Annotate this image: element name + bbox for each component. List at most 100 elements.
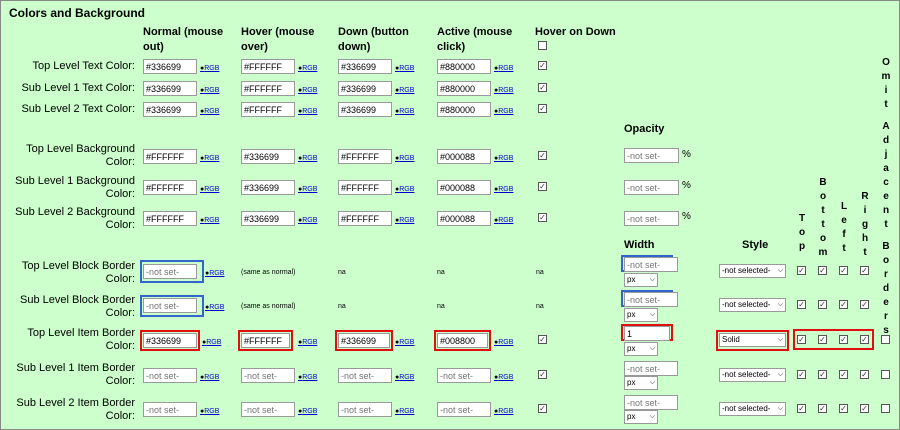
s1-text-active-rgb-link[interactable]: ●RGB <box>494 86 513 96</box>
s1-block-right-checkbox[interactable]: ✓ <box>860 300 869 309</box>
tl-item-hover-on-down-checkbox[interactable]: ✓ <box>538 335 547 344</box>
s1-text-hover-on-down-checkbox[interactable]: ✓ <box>538 83 547 92</box>
s2-item-bottom-checkbox[interactable]: ✓ <box>818 404 827 413</box>
s1-item-right-checkbox[interactable]: ✓ <box>860 370 869 379</box>
tl-text-down-input[interactable] <box>338 59 392 74</box>
s2-text-active-rgb-link[interactable]: ●RGB <box>494 107 513 117</box>
s2-item-down-input[interactable] <box>338 402 392 417</box>
s1-item-down-rgb-link[interactable]: ●RGB <box>395 373 414 383</box>
tl-text-active-rgb-link[interactable]: ●RGB <box>494 64 513 74</box>
tl-text-hover-on-down-checkbox[interactable]: ✓ <box>538 61 547 70</box>
s2-item-omit-checkbox[interactable] <box>881 404 890 413</box>
s1-item-normal-input[interactable] <box>143 368 197 383</box>
s1-block-width-input[interactable] <box>624 292 678 307</box>
hover-on-down-master-checkbox[interactable] <box>538 41 547 50</box>
s1-item-unit-select[interactable]: px ⌵ <box>624 376 658 390</box>
s2-item-right-checkbox[interactable]: ✓ <box>860 404 869 413</box>
s2-item-hover-input[interactable] <box>241 402 295 417</box>
s1-block-bottom-checkbox[interactable]: ✓ <box>818 300 827 309</box>
tl-item-right-checkbox[interactable]: ✓ <box>860 335 869 344</box>
s1-block-top-checkbox[interactable]: ✓ <box>797 300 806 309</box>
tl-block-normal-input[interactable] <box>143 264 197 279</box>
s2-text-hover-on-down-checkbox[interactable]: ✓ <box>538 104 547 113</box>
s1-bg-opacity-input[interactable] <box>624 180 679 195</box>
s1-bg-hover-input[interactable] <box>241 180 295 195</box>
s1-item-bottom-checkbox[interactable]: ✓ <box>818 370 827 379</box>
s2-bg-hover-rgb-link[interactable]: ●RGB <box>298 216 317 226</box>
tl-item-omit-checkbox[interactable] <box>881 335 890 344</box>
s2-item-down-rgb-link[interactable]: ●RGB <box>395 407 414 417</box>
tl-text-down-rgb-link[interactable]: ●RGB <box>395 64 414 74</box>
tl-text-active-input[interactable] <box>437 59 491 74</box>
tl-text-hover-input[interactable] <box>241 59 295 74</box>
s1-item-style-select[interactable]: -not selected- ⌵ <box>719 368 786 382</box>
tl-text-hover-rgb-link[interactable]: ●RGB <box>298 64 317 74</box>
s2-bg-down-rgb-link[interactable]: ●RGB <box>395 216 414 226</box>
s2-bg-down-input[interactable] <box>338 211 392 226</box>
tl-bg-down-input[interactable] <box>338 149 392 164</box>
s2-bg-active-rgb-link[interactable]: ●RGB <box>494 216 513 226</box>
tl-block-right-checkbox[interactable]: ✓ <box>860 266 869 275</box>
s2-item-normal-rgb-link[interactable]: ●RGB <box>200 407 219 417</box>
tl-bg-down-rgb-link[interactable]: ●RGB <box>395 154 414 164</box>
s1-text-normal-input[interactable] <box>143 81 197 96</box>
s1-bg-hover-on-down-checkbox[interactable]: ✓ <box>538 182 547 191</box>
tl-block-unit-select[interactable]: px ⌵ <box>624 273 658 287</box>
tl-bg-opacity-input[interactable] <box>624 148 679 163</box>
tl-item-bottom-checkbox[interactable]: ✓ <box>818 335 827 344</box>
s1-item-omit-checkbox[interactable] <box>881 370 890 379</box>
s2-bg-normal-input[interactable] <box>143 211 197 226</box>
tl-item-active-rgb-link[interactable]: ●RGB <box>494 338 513 348</box>
s1-bg-down-rgb-link[interactable]: ●RGB <box>395 185 414 195</box>
s1-block-style-select[interactable]: -not selected- ⌵ <box>719 298 786 312</box>
s2-item-normal-input[interactable] <box>143 402 197 417</box>
s1-item-active-input[interactable] <box>437 368 491 383</box>
s2-text-active-input[interactable] <box>437 102 491 117</box>
s1-item-hover-on-down-checkbox[interactable]: ✓ <box>538 370 547 379</box>
s2-bg-normal-rgb-link[interactable]: ●RGB <box>200 216 219 226</box>
tl-item-top-checkbox[interactable]: ✓ <box>797 335 806 344</box>
s2-text-normal-rgb-link[interactable]: ●RGB <box>200 107 219 117</box>
s1-block-normal-input[interactable] <box>143 298 197 313</box>
tl-item-style-select[interactable]: Solid ⌵ <box>719 333 786 347</box>
s2-item-hover-rgb-link[interactable]: ●RGB <box>298 407 317 417</box>
s2-text-down-rgb-link[interactable]: ●RGB <box>395 107 414 117</box>
s1-bg-active-input[interactable] <box>437 180 491 195</box>
s2-bg-opacity-input[interactable] <box>624 211 679 226</box>
s2-item-hover-on-down-checkbox[interactable]: ✓ <box>538 404 547 413</box>
tl-block-style-select[interactable]: -not selected- ⌵ <box>719 264 786 278</box>
s2-item-style-select[interactable]: -not selected- ⌵ <box>719 402 786 416</box>
tl-block-top-checkbox[interactable]: ✓ <box>797 266 806 275</box>
s1-bg-active-rgb-link[interactable]: ●RGB <box>494 185 513 195</box>
tl-block-normal-rgb-link[interactable]: ●RGB <box>205 269 224 279</box>
tl-block-bottom-checkbox[interactable]: ✓ <box>818 266 827 275</box>
s2-text-hover-input[interactable] <box>241 102 295 117</box>
tl-bg-normal-rgb-link[interactable]: ●RGB <box>200 154 219 164</box>
tl-item-down-input[interactable] <box>338 333 390 348</box>
tl-bg-active-rgb-link[interactable]: ●RGB <box>494 154 513 164</box>
s1-text-hover-rgb-link[interactable]: ●RGB <box>298 86 317 96</box>
tl-item-active-input[interactable] <box>437 333 488 348</box>
s2-bg-hover-on-down-checkbox[interactable]: ✓ <box>538 213 547 222</box>
tl-item-down-rgb-link[interactable]: ●RGB <box>395 338 414 348</box>
s1-item-top-checkbox[interactable]: ✓ <box>797 370 806 379</box>
s1-block-normal-rgb-link[interactable]: ●RGB <box>205 303 224 313</box>
s1-item-active-rgb-link[interactable]: ●RGB <box>494 373 513 383</box>
s2-item-width-input[interactable] <box>624 395 678 410</box>
tl-item-unit-select[interactable]: px ⌵ <box>624 342 658 356</box>
tl-item-normal-rgb-link[interactable]: ●RGB <box>202 338 221 348</box>
s2-text-down-input[interactable] <box>338 102 392 117</box>
s1-text-hover-input[interactable] <box>241 81 295 96</box>
s2-item-active-input[interactable] <box>437 402 491 417</box>
s1-text-down-input[interactable] <box>338 81 392 96</box>
tl-block-width-input[interactable] <box>624 257 678 272</box>
s2-item-active-rgb-link[interactable]: ●RGB <box>494 407 513 417</box>
s1-bg-normal-input[interactable] <box>143 180 197 195</box>
tl-item-hover-rgb-link[interactable]: ●RGB <box>298 338 317 348</box>
tl-item-width-input[interactable] <box>624 326 670 341</box>
s1-text-down-rgb-link[interactable]: ●RGB <box>395 86 414 96</box>
s1-bg-normal-rgb-link[interactable]: ●RGB <box>200 185 219 195</box>
s1-text-normal-rgb-link[interactable]: ●RGB <box>200 86 219 96</box>
s2-item-unit-select[interactable]: px ⌵ <box>624 410 658 424</box>
s1-item-hover-input[interactable] <box>241 368 295 383</box>
